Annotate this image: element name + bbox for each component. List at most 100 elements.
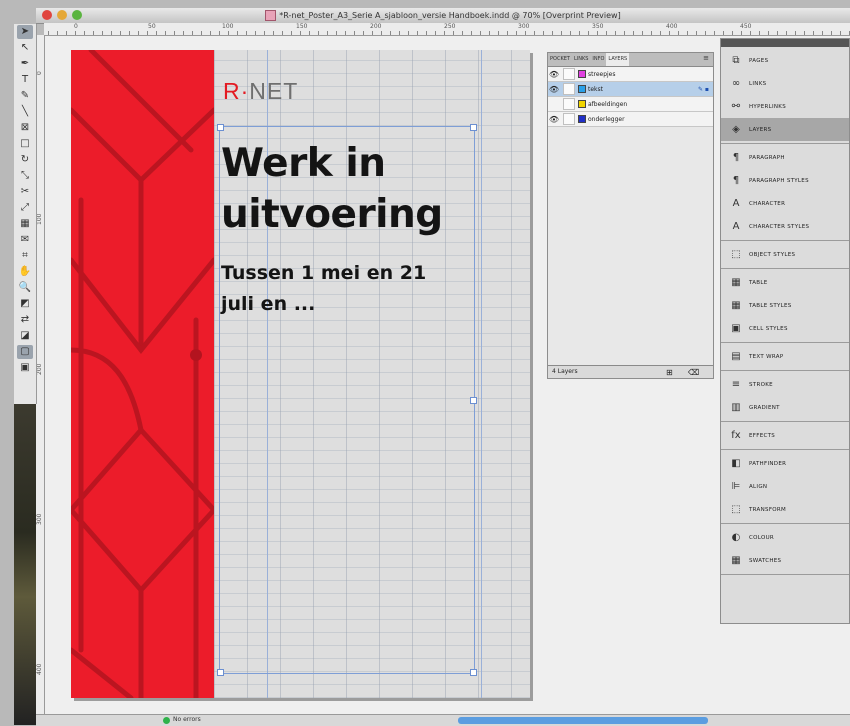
poster-subheading[interactable]: Tussen 1 mei en 21 juli en ... <box>221 258 481 320</box>
tab-pocket[interactable]: POCKET <box>548 53 572 66</box>
note-tool-icon[interactable]: ✉ <box>17 233 33 247</box>
dock-item-layers[interactable]: ◈ LAYERS <box>721 118 849 141</box>
free-transform-tool-icon[interactable]: ⤢ <box>17 201 33 215</box>
direct-selection-tool-icon[interactable]: ↖ <box>17 41 33 55</box>
dock-item-gradient[interactable]: ▥ GRADIENT <box>721 396 849 419</box>
preflight-status-icon[interactable] <box>163 717 170 724</box>
dock-header[interactable] <box>721 39 849 47</box>
ruler-tick <box>201 31 202 35</box>
dock-item-paragraph[interactable]: ¶ PARAGRAPH <box>721 146 849 169</box>
frame-handle[interactable] <box>470 669 477 676</box>
tab-info[interactable]: INFO <box>590 53 606 66</box>
line-tool-icon[interactable]: ╲ <box>17 105 33 119</box>
swap-tool-icon[interactable]: ⇄ <box>17 313 33 327</box>
document-page[interactable]: R·NET Werk in uitvoering Tussen 1 mei en… <box>71 50 530 698</box>
lock-toggle[interactable] <box>563 68 575 80</box>
dock-item-hyperlinks[interactable]: ⚯ HYPERLINKS <box>721 95 849 118</box>
horizontal-scrollbar[interactable] <box>458 717 708 724</box>
dock-item-links[interactable]: ∞ LINKS <box>721 72 849 95</box>
dock-item-object-styles[interactable]: ⬚ OBJECT STYLES <box>721 243 849 266</box>
delete-layer-icon[interactable]: ⌫ <box>688 367 699 379</box>
horizontal-ruler[interactable]: 0 50 100 150 200 250 300 350 400 450 <box>44 23 850 36</box>
layer-row[interactable]: 👁 onderlegger <box>548 112 713 127</box>
new-layer-icon[interactable]: ⊞ <box>666 367 673 379</box>
default-colors-tool-icon[interactable]: ◪ <box>17 329 33 343</box>
vertical-ruler[interactable]: 0 100 200 300 400 <box>36 35 45 715</box>
dock-item-transform[interactable]: ⬚ TRANSFORM <box>721 498 849 521</box>
panel-menu-icon[interactable]: ≡ <box>699 53 713 66</box>
effects-icon: fx <box>731 430 741 441</box>
ruler-tick <box>750 31 751 35</box>
lock-toggle[interactable] <box>563 83 575 95</box>
hand-tool-icon[interactable]: ✋ <box>17 265 33 279</box>
layer-row[interactable]: 👁 tekst ✎ ▪ <box>548 82 713 97</box>
pen-tool-icon[interactable]: ✒ <box>17 57 33 71</box>
ruler-tick <box>579 31 580 35</box>
dock-item-text-wrap[interactable]: ▤ TEXT WRAP <box>721 345 849 368</box>
align-icon: ⊫ <box>731 481 741 492</box>
selection-tool-icon[interactable]: ➤ <box>17 25 33 39</box>
lock-toggle[interactable] <box>563 98 575 110</box>
eyedropper-tool-icon[interactable]: ⌗ <box>17 249 33 263</box>
mode-normal-tool-icon[interactable]: ▢ <box>17 345 33 359</box>
ruler-tick <box>723 31 724 35</box>
mode-preview-tool-icon[interactable]: ▣ <box>17 361 33 375</box>
tab-links[interactable]: LINKS <box>572 53 590 66</box>
dock-item-swatches[interactable]: ▦ SWATCHES <box>721 549 849 572</box>
ruler-tick <box>237 31 238 35</box>
tab-layers[interactable]: LAYERS <box>606 53 630 66</box>
dock-item-character-styles[interactable]: A CHARACTER STYLES <box>721 215 849 238</box>
dock-item-paragraph-styles[interactable]: ¶ PARAGRAPH STYLES <box>721 169 849 192</box>
dock-item-label: PARAGRAPH STYLES <box>749 177 809 184</box>
layer-row[interactable]: 👁 streepjes <box>548 67 713 82</box>
dock-item-label: COLOUR <box>749 534 775 541</box>
dock-item-label: PAGES <box>749 57 769 64</box>
dock-item-pages[interactable]: ⧉ PAGES <box>721 49 849 72</box>
dock-item-table[interactable]: ▦ TABLE <box>721 271 849 294</box>
scissors-tool-icon[interactable]: ✂ <box>17 185 33 199</box>
ruler-tick <box>174 31 175 35</box>
subheading-line: juli en ... <box>221 293 316 315</box>
layer-row[interactable]: afbeeldingen <box>548 97 713 112</box>
transform-icon: ⬚ <box>731 504 741 515</box>
pencil-tool-icon[interactable]: ✎ <box>17 89 33 103</box>
layer-color-swatch <box>578 70 586 78</box>
ruler-number: 100 <box>36 213 43 225</box>
ruler-tick <box>327 31 328 35</box>
dock-item-stroke[interactable]: ≡ STROKE <box>721 373 849 396</box>
lock-toggle[interactable] <box>563 113 575 125</box>
ruler-tick <box>147 31 148 35</box>
dock-item-effects[interactable]: fx EFFECTS <box>721 424 849 447</box>
scale-tool-icon[interactable]: ⤡ <box>17 169 33 183</box>
dock-item-align[interactable]: ⊫ ALIGN <box>721 475 849 498</box>
rotate-tool-icon[interactable]: ↻ <box>17 153 33 167</box>
ruler-tick <box>561 31 562 35</box>
rectangle-frame-tool-icon[interactable]: ⊠ <box>17 121 33 135</box>
gradient-tool-icon[interactable]: ▦ <box>17 217 33 231</box>
visibility-eye-icon[interactable]: 👁 <box>548 85 560 94</box>
visibility-eye-icon[interactable]: 👁 <box>548 115 560 124</box>
frame-handle[interactable] <box>470 397 477 404</box>
visibility-eye-icon[interactable]: 👁 <box>548 70 560 79</box>
ruler-tick <box>210 31 211 35</box>
zoom-tool-icon[interactable]: 🔍 <box>17 281 33 295</box>
ruler-tick <box>759 31 760 35</box>
dock-item-cell-styles[interactable]: ▣ CELL STYLES <box>721 317 849 340</box>
frame-handle[interactable] <box>217 124 224 131</box>
dock-item-pathfinder[interactable]: ◧ PATHFINDER <box>721 452 849 475</box>
ruler-tick <box>696 31 697 35</box>
dock-item-character[interactable]: A CHARACTER <box>721 192 849 215</box>
dock-item-table-styles[interactable]: ▦ TABLE STYLES <box>721 294 849 317</box>
poster-headline[interactable]: Werk in uitvoering <box>221 138 521 240</box>
frame-handle[interactable] <box>217 669 224 676</box>
rectangle-tool-icon[interactable]: □ <box>17 137 33 151</box>
dock-item-label: STROKE <box>749 381 773 388</box>
frame-handle[interactable] <box>470 124 477 131</box>
line-pattern-graphic <box>71 50 214 698</box>
ruler-tick <box>516 31 517 35</box>
type-tool-icon[interactable]: T <box>17 73 33 87</box>
fill-stroke-swatch-tool-icon[interactable]: ◩ <box>17 297 33 311</box>
red-pattern-panel[interactable] <box>71 50 214 698</box>
ruler-number: 400 <box>666 23 678 30</box>
dock-item-colour[interactable]: ◐ COLOUR <box>721 526 849 549</box>
